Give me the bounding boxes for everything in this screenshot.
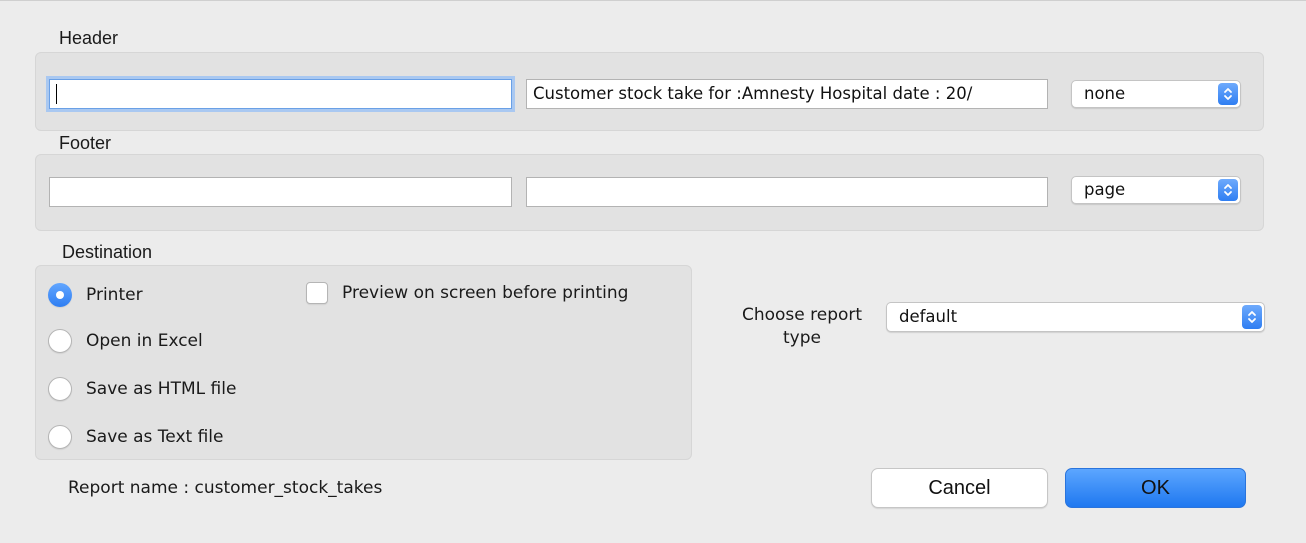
radio-unselected-icon xyxy=(48,329,72,353)
radio-label-printer: Printer xyxy=(86,285,143,305)
report-type-value: default xyxy=(899,307,958,326)
text-caret xyxy=(56,83,57,104)
footer-position-popup[interactable]: page xyxy=(1071,176,1241,204)
header-center-value: Customer stock take for :Amnesty Hospita… xyxy=(533,84,973,103)
destination-option-printer[interactable]: Printer xyxy=(48,280,143,310)
footer-center-field[interactable] xyxy=(526,177,1048,207)
report-type-label: Choose report type xyxy=(726,304,878,350)
header-left-field[interactable] xyxy=(49,79,512,109)
destination-option-text[interactable]: Save as Text file xyxy=(48,422,224,452)
report-type-popup[interactable]: default xyxy=(886,302,1265,332)
radio-label-html: Save as HTML file xyxy=(86,379,237,399)
popup-arrows-icon xyxy=(1218,83,1238,105)
destination-section-label: Destination xyxy=(62,242,153,262)
popup-arrows-icon xyxy=(1242,305,1262,329)
report-name-text: Report name : customer_stock_takes xyxy=(68,478,383,498)
report-type-label-line2: type xyxy=(783,328,821,348)
header-popup-value: none xyxy=(1084,84,1126,103)
header-center-field[interactable]: Customer stock take for :Amnesty Hospita… xyxy=(526,79,1048,109)
preview-checkbox[interactable]: Preview on screen before printing xyxy=(306,280,628,306)
checkbox-unchecked-icon xyxy=(306,282,328,304)
preview-checkbox-label: Preview on screen before printing xyxy=(342,283,629,303)
ok-button[interactable]: OK xyxy=(1065,468,1246,508)
footer-left-field[interactable] xyxy=(49,177,512,207)
radio-label-text: Save as Text file xyxy=(86,427,224,447)
radio-unselected-icon xyxy=(48,377,72,401)
destination-option-html[interactable]: Save as HTML file xyxy=(48,374,236,404)
print-report-dialog: Header Customer stock take for :Amnesty … xyxy=(0,0,1306,543)
footer-popup-value: page xyxy=(1084,180,1126,199)
destination-option-excel[interactable]: Open in Excel xyxy=(48,326,203,356)
radio-unselected-icon xyxy=(48,425,72,449)
popup-arrows-icon xyxy=(1218,179,1238,201)
report-type-label-line1: Choose report xyxy=(741,305,863,325)
header-section-label: Header xyxy=(59,28,119,48)
cancel-button[interactable]: Cancel xyxy=(871,468,1048,508)
radio-selected-icon xyxy=(48,283,72,307)
header-position-popup[interactable]: none xyxy=(1071,80,1241,108)
radio-label-excel: Open in Excel xyxy=(86,331,203,351)
footer-section-label: Footer xyxy=(59,133,112,153)
